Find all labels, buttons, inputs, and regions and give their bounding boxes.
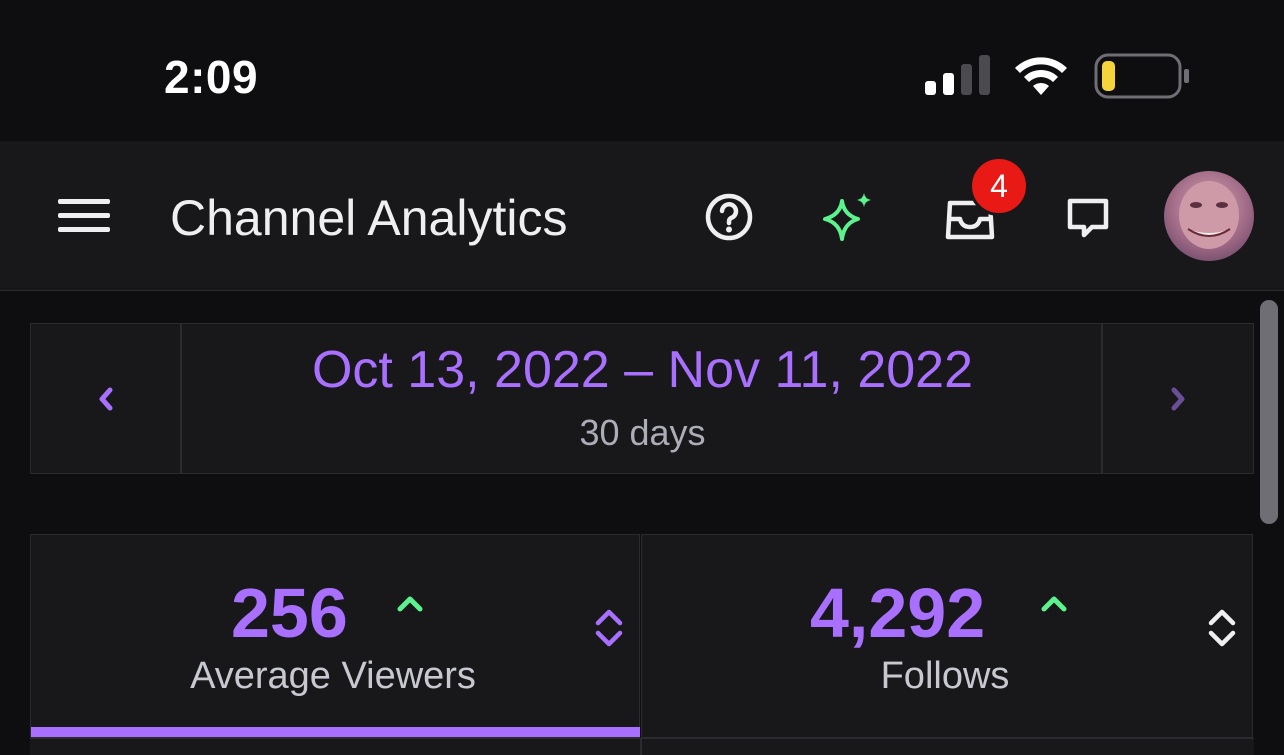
trend-up-icon [1041, 596, 1067, 612]
page-title: Channel Analytics [170, 190, 568, 246]
stats-panel: 256 Average Viewers 4,292 Follows [30, 534, 1254, 755]
divider [640, 738, 642, 755]
sort-icon[interactable] [1207, 607, 1237, 649]
help-circle-icon[interactable] [704, 192, 754, 242]
avatar[interactable] [1164, 171, 1254, 261]
chevron-right-icon [1171, 387, 1185, 410]
status-bar: 2:09 [0, 0, 1284, 141]
cellular-signal-icon [925, 55, 990, 95]
date-range-selector: Oct 13, 2022 – Nov 11, 2022 30 days [30, 323, 1254, 474]
top-navigation-bar: Channel Analytics [0, 141, 1284, 291]
previous-period-button[interactable] [31, 324, 182, 473]
stat-card-average-viewers[interactable]: 256 Average Viewers [30, 534, 640, 738]
next-period-button[interactable] [1101, 324, 1253, 473]
sort-icon[interactable] [594, 607, 624, 649]
sparkle-icon[interactable] [820, 191, 876, 243]
stat-label: Average Viewers [190, 655, 476, 697]
trend-up-icon [397, 596, 423, 612]
active-tab-indicator [31, 727, 640, 737]
inbox-notification-badge: 4 [969, 156, 1029, 216]
hamburger-menu-icon[interactable] [56, 196, 112, 236]
next-stat-row [30, 738, 1254, 755]
date-range-text: Oct 13, 2022 – Nov 11, 2022 [311, 341, 974, 399]
chat-bubble-icon[interactable] [1064, 195, 1112, 241]
date-range-display[interactable]: Oct 13, 2022 – Nov 11, 2022 30 days [184, 324, 1101, 473]
stat-value: 256 [231, 574, 348, 652]
stat-card-follows[interactable]: 4,292 Follows [641, 534, 1253, 738]
wifi-icon [1015, 57, 1067, 95]
stat-label: Follows [880, 655, 1010, 697]
battery-low-icon [1094, 53, 1189, 99]
status-time: 2:09 [164, 51, 259, 103]
chevron-left-icon [99, 387, 112, 410]
stat-value: 4,292 [810, 574, 986, 652]
date-range-duration: 30 days [579, 412, 706, 453]
scrollbar[interactable] [1260, 300, 1278, 524]
